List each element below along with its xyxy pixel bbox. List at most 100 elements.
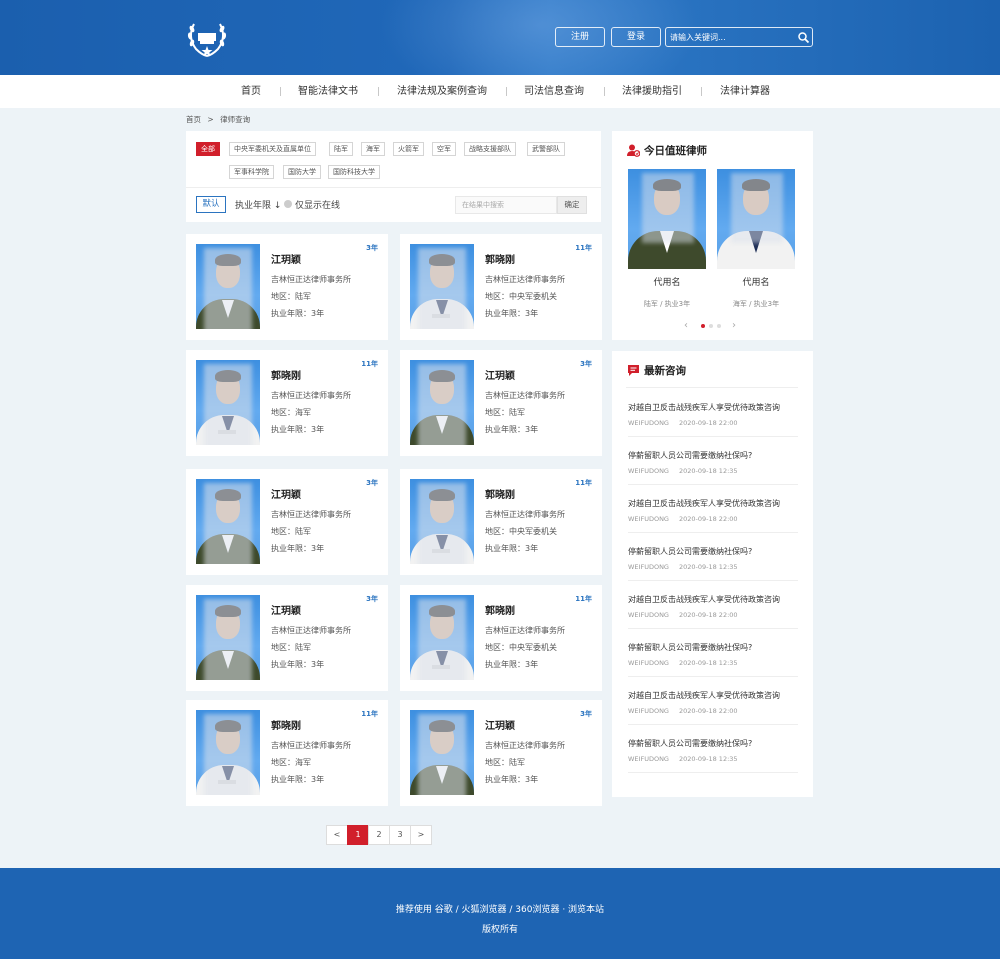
consult-item[interactable]: 停薪留职人员公司需要缴纳社保吗? WEIFUDONG 2020-09-18 12:3…: [628, 450, 798, 498]
consult-item[interactable]: 对越自卫反击战残疾军人享受优待政策咨询 WEIFUDONG 2020-09-18 2…: [628, 402, 798, 450]
chevron-right-icon[interactable]: ›: [732, 320, 736, 331]
breadcrumb-current: 律师查询: [220, 115, 251, 124]
pagination-page-1[interactable]: 1: [347, 825, 369, 845]
lawyer-card[interactable]: 郭晓刚 11年 吉林恒正达律师事务所 地区：海军 执业年限：3年: [186, 700, 388, 806]
lawyer-years: 执业年限：3年: [271, 309, 325, 318]
header-search-input[interactable]: [666, 32, 794, 42]
lawyer-card[interactable]: 江玥颖 3年 吉林恒正达律师事务所 地区：陆军 执业年限：3年: [186, 585, 388, 691]
nav-item-legal-aid[interactable]: 法律援助指引: [616, 75, 688, 108]
nav-item-legal-docs[interactable]: 智能法律文书: [292, 75, 364, 108]
lawyer-name[interactable]: 江玥颖: [271, 486, 301, 501]
lawyer-photo[interactable]: [196, 479, 260, 564]
lawyer-card[interactable]: 江玥颖 3年 吉林恒正达律师事务所 地区：陆军 执业年限：3年: [186, 234, 388, 340]
nav-item-home[interactable]: 首页: [233, 75, 269, 108]
duty-lawyer-photo[interactable]: [628, 169, 706, 269]
lawyer-name[interactable]: 江玥颖: [271, 251, 301, 266]
lawyer-photo[interactable]: [196, 244, 260, 329]
filter-tag-cmc[interactable]: 中央军委机关及直属单位: [229, 142, 316, 156]
lawyer-name[interactable]: 郭晓刚: [485, 486, 515, 501]
lawyer-card[interactable]: 郭晓刚 11年 吉林恒正达律师事务所 地区：中央军委机关 执业年限：3年: [400, 234, 602, 340]
pagination-page-3[interactable]: 3: [389, 825, 411, 845]
filter-tag-navy[interactable]: 海军: [361, 142, 385, 156]
consult-question[interactable]: 停薪留职人员公司需要缴纳社保吗?: [628, 450, 752, 461]
result-search-input[interactable]: [455, 196, 557, 214]
consult-date: 2020-09-18 12:35: [678, 467, 738, 475]
filter-tag-ndu[interactable]: 国防大学: [283, 165, 321, 179]
lawyer-card[interactable]: 郭晓刚 11年 吉林恒正达律师事务所 地区：中央军委机关 执业年限：3年: [400, 585, 602, 691]
carousel-dot[interactable]: [709, 324, 713, 328]
lawyer-name[interactable]: 郭晓刚: [271, 717, 301, 732]
lawyer-photo[interactable]: [410, 479, 474, 564]
lawyer-card[interactable]: 郭晓刚 11年 吉林恒正达律师事务所 地区：中央军委机关 执业年限：3年: [400, 469, 602, 575]
consult-question[interactable]: 对越自卫反击战残疾军人享受优待政策咨询: [628, 690, 780, 701]
filter-tag-army[interactable]: 陆军: [329, 142, 353, 156]
site-logo-icon[interactable]: [184, 14, 230, 60]
consult-question[interactable]: 对越自卫反击战残疾军人享受优待政策咨询: [628, 498, 780, 509]
lawyer-card[interactable]: 江玥颖 3年 吉林恒正达律师事务所 地区：陆军 执业年限：3年: [400, 350, 602, 456]
filter-tag-armed-police[interactable]: 武警部队: [527, 142, 565, 156]
lawyer-photo[interactable]: [410, 595, 474, 680]
online-only-checkbox[interactable]: [284, 200, 292, 208]
search-icon[interactable]: [794, 28, 812, 46]
consult-item[interactable]: 对越自卫反击战残疾军人享受优待政策咨询 WEIFUDONG 2020-09-18 2…: [628, 594, 798, 642]
duty-lawyer-photo[interactable]: [717, 169, 795, 269]
duty-lawyer-name[interactable]: 代用名: [717, 275, 795, 288]
lawyer-region: 地区：陆军: [271, 292, 311, 301]
lawyer-photo[interactable]: [196, 360, 260, 445]
nav-item-judicial-info[interactable]: 司法信息查询: [518, 75, 590, 108]
consult-question[interactable]: 停薪留职人员公司需要缴纳社保吗?: [628, 738, 752, 749]
consult-item[interactable]: 对越自卫反击战残疾军人享受优待政策咨询 WEIFUDONG 2020-09-18 2…: [628, 690, 798, 738]
carousel-dot[interactable]: [717, 324, 721, 328]
sort-years-button[interactable]: 执业年限 ↓: [235, 198, 281, 211]
pagination-page-2[interactable]: 2: [368, 825, 390, 845]
lawyer-card[interactable]: 江玥颖 3年 吉林恒正达律师事务所 地区：陆军 执业年限：3年: [400, 700, 602, 806]
filter-tag-nudt[interactable]: 国防科技大学: [328, 165, 380, 179]
consult-question[interactable]: 停薪留职人员公司需要缴纳社保吗?: [628, 642, 752, 653]
duty-lawyer-name[interactable]: 代用名: [628, 275, 706, 288]
result-search-button[interactable]: 确定: [557, 196, 587, 214]
filter-tag-strategic-support[interactable]: 战略支援部队: [464, 142, 516, 156]
filter-tag-air-force[interactable]: 空军: [432, 142, 456, 156]
lawyer-firm: 吉林恒正达律师事务所: [271, 510, 351, 519]
consult-meta: WEIFUDONG 2020-09-18 12:35: [628, 563, 748, 571]
lawyer-photo[interactable]: [410, 244, 474, 329]
consult-question[interactable]: 对越自卫反击战残疾军人享受优待政策咨询: [628, 594, 780, 605]
divider: [628, 772, 798, 773]
breadcrumb-home[interactable]: 首页: [186, 115, 201, 124]
lawyer-photo[interactable]: [410, 710, 474, 795]
filter-tag-all[interactable]: 全部: [196, 142, 220, 156]
filter-tag-military-science[interactable]: 军事科学院: [229, 165, 274, 179]
lawyer-photo[interactable]: [196, 710, 260, 795]
lawyer-name[interactable]: 郭晓刚: [271, 367, 301, 382]
consult-question[interactable]: 停薪留职人员公司需要缴纳社保吗?: [628, 546, 752, 557]
lawyer-card[interactable]: 江玥颖 3年 吉林恒正达律师事务所 地区：陆军 执业年限：3年: [186, 469, 388, 575]
lawyer-name[interactable]: 江玥颖: [271, 602, 301, 617]
consult-item[interactable]: 停薪留职人员公司需要缴纳社保吗? WEIFUDONG 2020-09-18 12:3…: [628, 738, 798, 786]
sort-default-button[interactable]: 默认: [196, 196, 226, 213]
consult-item[interactable]: 对越自卫反击战残疾军人享受优待政策咨询 WEIFUDONG 2020-09-18 2…: [628, 498, 798, 546]
consult-question[interactable]: 对越自卫反击战残疾军人享受优待政策咨询: [628, 402, 780, 413]
lawyer-card[interactable]: 郭晓刚 11年 吉林恒正达律师事务所 地区：海军 执业年限：3年: [186, 350, 388, 456]
consult-date: 2020-09-18 12:35: [678, 755, 738, 763]
lawyer-photo[interactable]: [410, 360, 474, 445]
chevron-left-icon[interactable]: ‹: [684, 320, 688, 331]
lawyer-region: 地区：海军: [271, 758, 311, 767]
carousel-dot[interactable]: [701, 324, 705, 328]
login-button[interactable]: 登录: [611, 27, 661, 47]
lawyer-years: 执业年限：3年: [271, 425, 325, 434]
lawyer-name[interactable]: 郭晓刚: [485, 251, 515, 266]
consult-meta: WEIFUDONG 2020-09-18 12:35: [628, 467, 748, 475]
lawyer-name[interactable]: 郭晓刚: [485, 602, 515, 617]
lawyer-photo[interactable]: [196, 595, 260, 680]
register-button[interactable]: 注册: [555, 27, 605, 47]
lawyer-region: 地区：中央军委机关: [485, 527, 557, 536]
nav-item-calculator[interactable]: 法律计算器: [714, 75, 776, 108]
pagination-next[interactable]: >: [410, 825, 432, 845]
filter-tag-rocket-force[interactable]: 火箭军: [393, 142, 424, 156]
lawyer-name[interactable]: 江玥颖: [485, 367, 515, 382]
nav-item-laws-cases[interactable]: 法律法规及案例查询: [390, 75, 494, 108]
consult-item[interactable]: 停薪留职人员公司需要缴纳社保吗? WEIFUDONG 2020-09-18 12:3…: [628, 546, 798, 594]
pagination-prev[interactable]: <: [326, 825, 348, 845]
consult-item[interactable]: 停薪留职人员公司需要缴纳社保吗? WEIFUDONG 2020-09-18 12:3…: [628, 642, 798, 690]
lawyer-name[interactable]: 江玥颖: [485, 717, 515, 732]
